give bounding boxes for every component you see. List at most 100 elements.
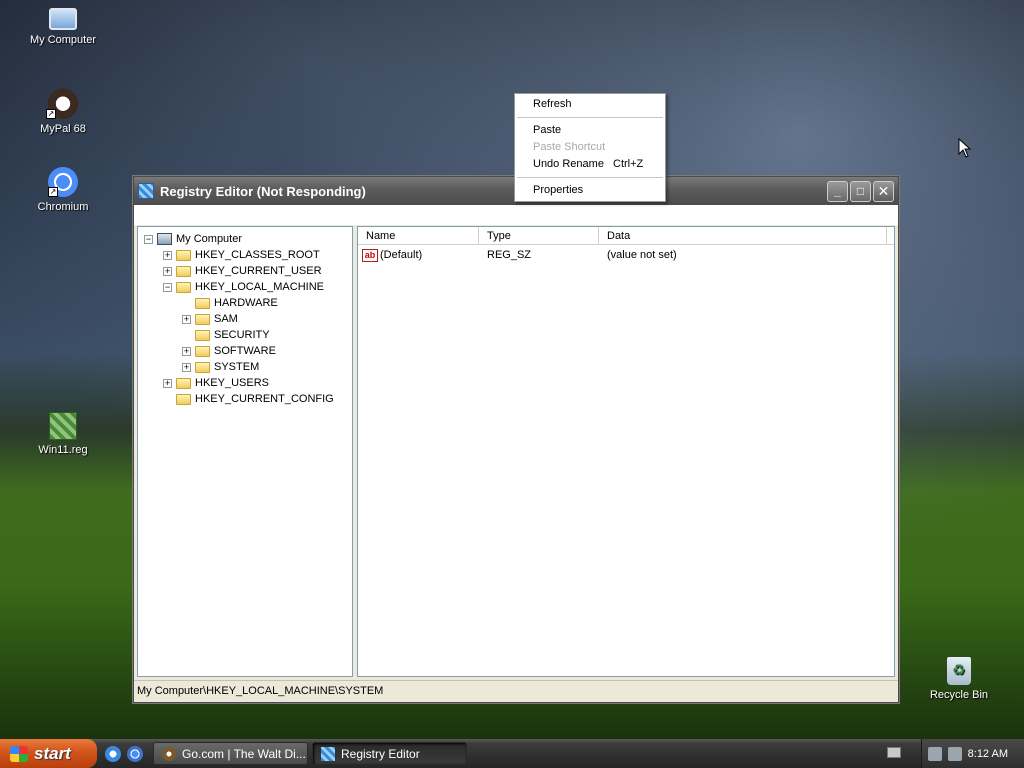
start-label: start — [34, 743, 71, 763]
tree-item-label: SOFTWARE — [214, 345, 276, 357]
tree-item-hkey-current-config[interactable]: HKEY_CURRENT_CONFIG — [144, 391, 352, 407]
menu-item-properties[interactable]: Properties — [515, 182, 665, 199]
value-data: (value not set) — [607, 249, 677, 261]
computer-icon — [157, 233, 172, 245]
menu-item-shortcut: Ctrl+Z — [613, 158, 644, 170]
menu-item-undo-rename[interactable]: Undo Rename Ctrl+Z — [515, 156, 665, 173]
clock[interactable]: 8:12 AM — [968, 748, 1008, 760]
quick-launch — [105, 745, 149, 762]
expand-toggle[interactable]: + — [182, 314, 191, 324]
close-button[interactable]: ✕ — [873, 180, 894, 202]
chromium-icon: ↗ — [48, 167, 78, 197]
desktop-icon-label: My Computer — [29, 34, 97, 46]
tree-item-label: HKEY_LOCAL_MACHINE — [195, 281, 324, 293]
desktop-icon-recycle-bin[interactable]: Recycle Bin — [919, 657, 999, 701]
menu-item-label: Undo Rename — [533, 158, 604, 170]
status-bar: My Computer\HKEY_LOCAL_MACHINE\SYSTEM — [134, 680, 898, 702]
chromium-icon[interactable] — [127, 745, 143, 762]
windows-flag-icon — [10, 745, 28, 762]
value-row[interactable]: ab (Default) REG_SZ (value not set) — [358, 245, 894, 263]
folder-icon — [195, 345, 210, 357]
tree-item-software[interactable]: + SOFTWARE — [144, 343, 352, 359]
tree-item-hardware[interactable]: HARDWARE — [144, 295, 352, 311]
tree-item-hkey-local-machine[interactable]: − HKEY_LOCAL_MACHINE — [144, 279, 352, 295]
folder-icon — [195, 329, 210, 341]
shortcut-arrow-icon: ↗ — [46, 109, 56, 119]
tree-item-label: HKEY_USERS — [195, 377, 269, 389]
folder-icon — [176, 377, 191, 389]
taskbar: start Go.com | The Walt Di... Registry E… — [0, 739, 1024, 768]
menu-item-refresh[interactable]: Refresh — [515, 96, 665, 113]
tree-item-label: My Computer — [176, 233, 243, 245]
tree-item-label: SAM — [214, 313, 238, 325]
registry-tree[interactable]: − My Computer + HKEY_CLASSES_ROOT + HKEY… — [137, 226, 353, 677]
expand-toggle[interactable]: + — [163, 266, 172, 276]
menu-separator — [517, 177, 663, 178]
string-value-icon: ab — [362, 248, 378, 262]
tree-item-label: HARDWARE — [214, 297, 278, 309]
internet-explorer-icon[interactable] — [105, 745, 121, 762]
desktop-icon-win11-reg[interactable]: Win11.reg — [23, 412, 103, 456]
minimize-button[interactable]: _ — [827, 180, 848, 202]
value-type: REG_SZ — [487, 249, 532, 261]
registry-file-icon — [49, 412, 77, 440]
menu-item-paste-shortcut: Paste Shortcut — [533, 141, 606, 153]
folder-icon — [176, 281, 191, 293]
column-header-type[interactable]: Type — [479, 227, 599, 244]
context-menu[interactable]: Refresh Paste Paste Shortcut Undo Rename… — [514, 93, 666, 202]
collapse-toggle[interactable]: − — [144, 234, 153, 244]
tree-item-my-computer[interactable]: − My Computer — [144, 231, 352, 247]
recycle-bin-icon — [947, 657, 971, 685]
desktop-icon-label: MyPal 68 — [40, 123, 86, 135]
value-name-cell: ab (Default) — [358, 248, 479, 262]
value-name: (Default) — [380, 249, 423, 261]
tree-item-label: SECURITY — [214, 329, 270, 341]
mypal-icon: ↗ — [46, 85, 80, 119]
expand-toggle[interactable]: + — [182, 362, 191, 372]
start-button[interactable]: start — [0, 739, 97, 768]
registry-icon — [321, 746, 335, 761]
taskbar-button-label: Registry Editor — [341, 746, 420, 761]
registry-icon — [138, 183, 154, 199]
taskbar-button-registry-editor[interactable]: Registry Editor — [312, 742, 467, 765]
expand-toggle[interactable]: + — [163, 378, 172, 388]
tree-item-label: SYSTEM — [214, 361, 260, 373]
column-header-name[interactable]: Name — [358, 227, 479, 244]
values-list[interactable]: Name Type Data ab (Default) REG_SZ (valu… — [357, 226, 895, 677]
keyboard-icon[interactable] — [887, 747, 901, 758]
taskbar-button-go-com[interactable]: Go.com | The Walt Di... — [153, 742, 308, 765]
menu-separator — [517, 117, 663, 118]
expand-toggle[interactable]: + — [163, 250, 172, 260]
taskbar-button-label: Go.com | The Walt Di... — [182, 746, 306, 761]
my-computer-icon — [49, 8, 77, 30]
folder-icon — [195, 297, 210, 309]
folder-icon — [176, 393, 191, 405]
folder-icon — [195, 361, 210, 373]
registry-editor-window[interactable]: Registry Editor (Not Responding) _ □ ✕ −… — [133, 176, 899, 703]
column-header-data[interactable]: Data — [599, 227, 887, 244]
network-icon[interactable] — [928, 746, 942, 761]
tree-item-system[interactable]: + SYSTEM — [144, 359, 352, 375]
expand-toggle[interactable]: + — [182, 346, 191, 356]
desktop-icon-my-computer[interactable]: My Computer — [23, 4, 103, 46]
menu-bar — [134, 205, 898, 225]
tree-item-sam[interactable]: + SAM — [144, 311, 352, 327]
tree-item-hkey-classes-root[interactable]: + HKEY_CLASSES_ROOT — [144, 247, 352, 263]
security-icon[interactable] — [948, 746, 962, 761]
window-title: Registry Editor (Not Responding) — [160, 183, 366, 199]
menu-item-paste[interactable]: Paste — [515, 122, 665, 139]
tree-item-label: HKEY_CURRENT_USER — [195, 265, 322, 277]
desktop-icon-mypal[interactable]: ↗ MyPal 68 — [23, 85, 103, 135]
tree-item-hkey-users[interactable]: + HKEY_USERS — [144, 375, 352, 391]
collapse-toggle[interactable]: − — [163, 282, 172, 292]
go-icon — [162, 746, 176, 761]
desktop-icon-label: Chromium — [37, 201, 89, 213]
folder-icon — [176, 249, 191, 261]
maximize-button[interactable]: □ — [850, 180, 871, 202]
tree-item-hkey-current-user[interactable]: + HKEY_CURRENT_USER — [144, 263, 352, 279]
tree-item-label: HKEY_CLASSES_ROOT — [195, 249, 320, 261]
desktop-icon-label: Recycle Bin — [929, 689, 989, 701]
desktop-icon-chromium[interactable]: ↗ Chromium — [23, 167, 103, 213]
shortcut-arrow-icon: ↗ — [48, 187, 58, 197]
tree-item-security[interactable]: SECURITY — [144, 327, 352, 343]
